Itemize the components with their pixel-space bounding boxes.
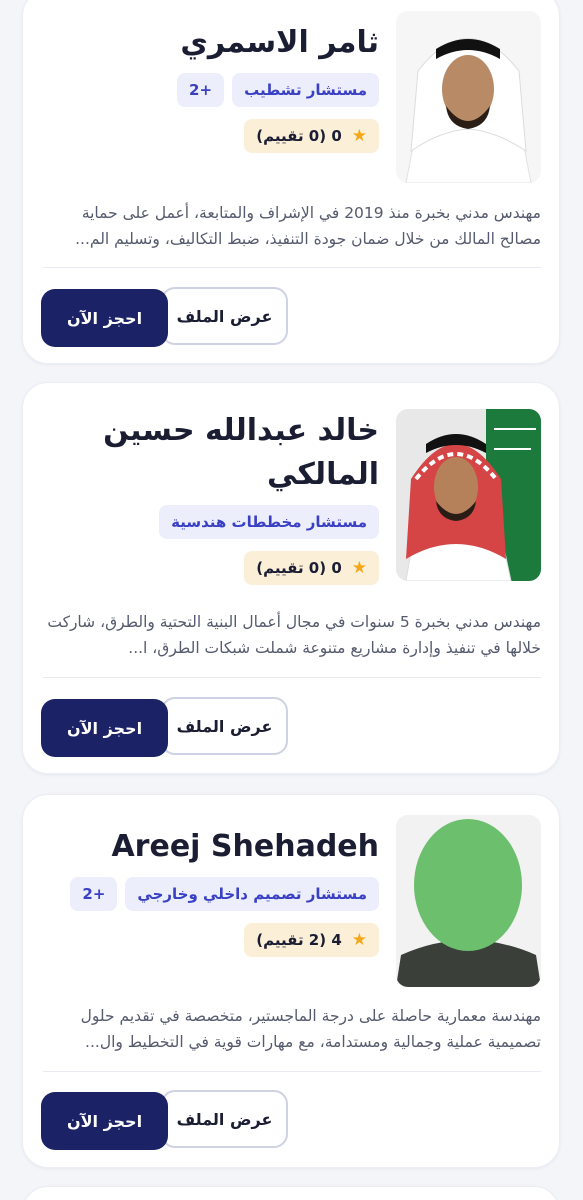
view-profile-button[interactable]: عرض الملف (161, 697, 288, 755)
rating-badge: ★ 0 (0 تقييم) (244, 119, 379, 153)
portrait-image (396, 11, 541, 183)
specialty-tags: مستشار تصميم داخلي وخارجي +2 (39, 877, 379, 911)
consultant-description: مهندسة معمارية حاصلة على درجة الماجستير،… (80, 1007, 541, 1051)
star-icon: ★ (351, 930, 367, 950)
specialty-tag: مستشار تشطيب (232, 73, 379, 107)
consultant-name: خالد عبدالله حسين المالكي (103, 413, 379, 492)
specialty-tag: مستشار مخططات هندسية (159, 505, 379, 539)
specialty-tags: مستشار تشطيب +2 (39, 73, 379, 107)
portrait-image (396, 409, 541, 581)
star-icon: ★ (351, 126, 367, 146)
specialty-tag: مستشار تصميم داخلي وخارجي (125, 877, 379, 911)
book-now-button[interactable]: احجز الآن (41, 699, 168, 757)
rating-badge: ★ 0 (0 تقييم) (244, 551, 379, 585)
star-icon: ★ (351, 558, 367, 578)
rating-text: 4 (2 تقييم) (256, 931, 342, 949)
view-profile-button[interactable]: عرض الملف (161, 1090, 288, 1148)
book-now-button[interactable]: احجز الآن (41, 1092, 168, 1150)
consultant-card: Areej Shehadeh مستشار تصميم داخلي وخارجي… (22, 794, 560, 1168)
consultant-photo[interactable] (396, 409, 541, 581)
consultant-photo[interactable] (396, 11, 541, 183)
specialty-tags: مستشار مخططات هندسية (39, 505, 379, 539)
rating-text: 0 (0 تقييم) (256, 127, 342, 145)
portrait-image (396, 815, 541, 987)
consultant-name: Areej Shehadeh (111, 829, 379, 864)
book-now-button[interactable]: احجز الآن (41, 289, 168, 347)
consultant-card: خالد عبدالله حسين المالكي مستشار مخططات … (22, 382, 560, 774)
consultant-info: ثامر الاسمري مستشار تشطيب +2 ★ 0 (0 تقيي… (39, 21, 379, 153)
view-profile-button[interactable]: عرض الملف (161, 287, 288, 345)
consultant-name: ثامر الاسمري (180, 25, 379, 60)
consultant-photo[interactable] (396, 815, 541, 987)
rating-badge: ★ 4 (2 تقييم) (244, 923, 379, 957)
consultant-card (22, 1186, 560, 1200)
more-tags-badge[interactable]: +2 (70, 877, 118, 911)
consultant-card: ثامر الاسمري مستشار تشطيب +2 ★ 0 (0 تقيي… (22, 0, 560, 364)
rating-text: 0 (0 تقييم) (256, 559, 342, 577)
divider (43, 677, 541, 678)
consultant-list: ثامر الاسمري مستشار تشطيب +2 ★ 0 (0 تقيي… (0, 0, 583, 1200)
consultant-description: مهندس مدني بخبرة 5 سنوات في مجال أعمال ا… (47, 613, 541, 657)
divider (43, 1071, 541, 1072)
divider (43, 267, 541, 268)
more-tags-badge[interactable]: +2 (177, 73, 225, 107)
consultant-info: خالد عبدالله حسين المالكي مستشار مخططات … (39, 409, 379, 585)
consultant-info: Areej Shehadeh مستشار تصميم داخلي وخارجي… (39, 825, 379, 957)
